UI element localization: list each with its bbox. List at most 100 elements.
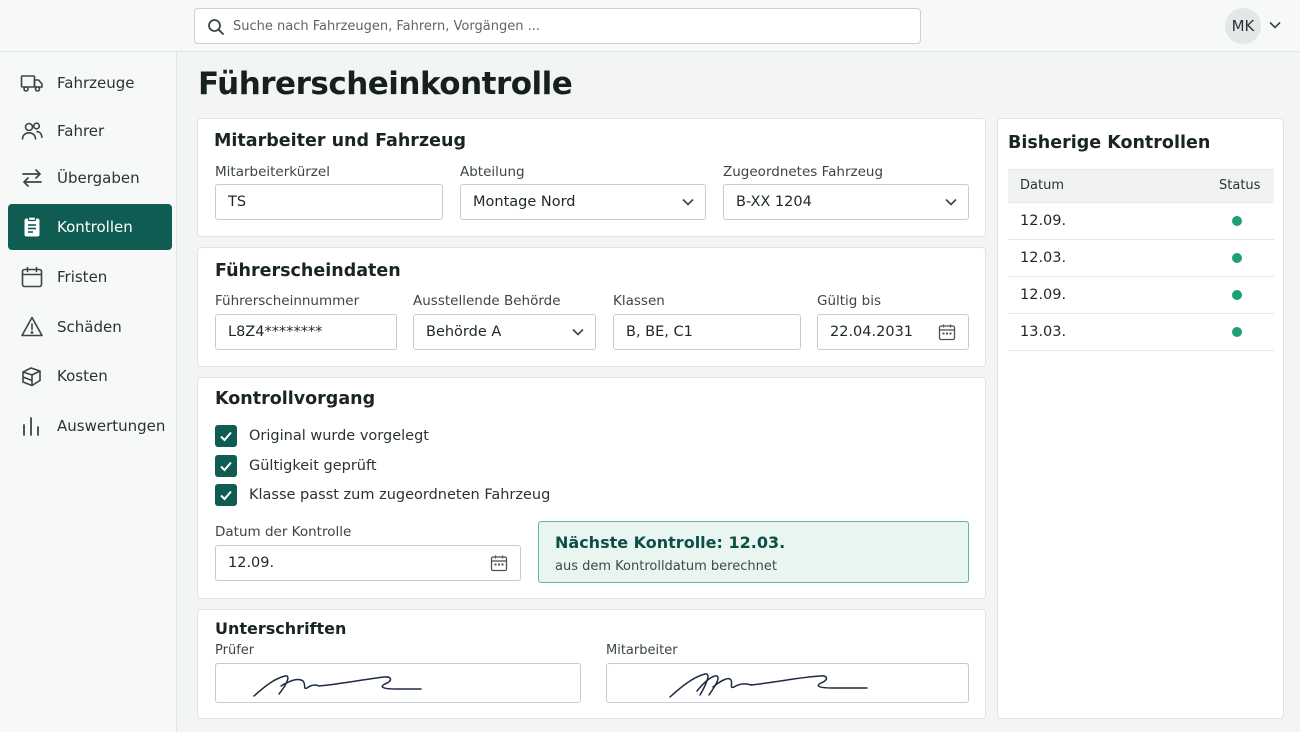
search-box[interactable]	[194, 8, 921, 44]
section-title: Führerscheindaten	[215, 261, 401, 281]
classes-field[interactable]: B, BE, C1	[613, 314, 801, 350]
sidebar-item-label: Fristen	[57, 268, 108, 286]
sidebar-item-label: Übergaben	[57, 169, 140, 187]
check-date-value: 12.09.	[228, 555, 275, 571]
clipboard-icon	[24, 216, 40, 237]
sidebar-item-label: Schäden	[57, 318, 122, 336]
status-dot	[1232, 253, 1242, 263]
vehicle-select[interactable]: B-XX 1204	[723, 184, 969, 220]
search-input[interactable]	[233, 9, 913, 43]
calendar-icon[interactable]	[938, 323, 956, 341]
employee-code-label: Mitarbeiterkürzel	[215, 164, 330, 180]
signature-image	[253, 675, 422, 697]
page-title: Führerscheinkontrolle	[198, 66, 573, 102]
department-select[interactable]: Montage Nord	[460, 184, 706, 220]
sidebar: Fahrzeuge Fahrer Übergaben Kontrollen Fr…	[0, 52, 177, 732]
history-title: Bisherige Kontrollen	[1008, 133, 1211, 153]
status-dot	[1232, 216, 1242, 226]
sidebar-item-kontrollen[interactable]: Kontrollen	[8, 204, 172, 250]
section-title: Unterschriften	[215, 619, 347, 638]
sidebar-item-label: Fahrer	[57, 122, 105, 140]
history-panel: Bisherige Kontrollen Datum Status 12.09.…	[997, 118, 1284, 719]
calendar-icon	[21, 266, 43, 288]
history-date: 13.03.	[1020, 324, 1067, 340]
search-icon	[208, 19, 224, 35]
department-value: Montage Nord	[473, 194, 576, 210]
top-bar: MK	[0, 0, 1300, 52]
calendar-icon[interactable]	[490, 554, 508, 572]
table-row[interactable]: 12.09.	[1008, 203, 1274, 240]
table-row[interactable]: 12.09.	[1008, 277, 1274, 314]
chevron-down-icon	[572, 328, 584, 336]
sidebar-item-kosten[interactable]: Kosten	[8, 353, 172, 399]
classes-label: Klassen	[613, 293, 665, 309]
user-avatar[interactable]: MK	[1225, 8, 1261, 44]
history-date: 12.09.	[1020, 213, 1067, 229]
section-title: Kontrollvorgang	[215, 389, 376, 409]
table-row[interactable]: 12.03.	[1008, 240, 1274, 277]
license-number-field[interactable]: L8Z4********	[215, 314, 397, 350]
chevron-down-icon	[945, 198, 957, 206]
authority-value: Behörde A	[426, 324, 502, 340]
checkbox-label: Original wurde vorgelegt	[249, 428, 429, 444]
vehicle-value: B-XX 1204	[736, 194, 812, 210]
check-icon	[220, 431, 232, 442]
authority-select[interactable]: Behörde A	[413, 314, 596, 350]
section-title: Mitarbeiter und Fahrzeug	[214, 131, 466, 151]
check-date-label: Datum der Kontrolle	[215, 524, 352, 540]
vehicle-label: Zugeordnetes Fahrzeug	[723, 164, 884, 180]
bar-chart-icon	[23, 417, 39, 436]
checkbox[interactable]	[215, 484, 237, 506]
employee-code-value: TS	[228, 194, 247, 210]
valid-until-value: 22.04.2031	[830, 324, 914, 340]
authority-label: Ausstellende Behörde	[413, 293, 561, 309]
checkbox[interactable]	[215, 425, 237, 447]
coins-icon	[22, 367, 41, 387]
users-icon	[21, 122, 43, 140]
valid-until-label: Gültig bis	[817, 293, 882, 309]
check-icon	[220, 461, 232, 472]
sidebar-item-auswertungen[interactable]: Auswertungen	[8, 403, 172, 449]
sidebar-item-label: Kosten	[57, 367, 108, 385]
sidebar-item-label: Fahrzeuge	[57, 74, 135, 92]
license-number-label: Führerscheinnummer	[215, 293, 360, 309]
employee-code-field[interactable]: TS	[215, 184, 443, 220]
checkbox-label: Klasse passt zum zugeordneten Fahrzeug	[249, 487, 551, 503]
sidebar-item-schaeden[interactable]: Schäden	[8, 304, 172, 350]
sidebar-item-fahrzeuge[interactable]: Fahrzeuge	[8, 60, 172, 106]
signature-image	[669, 673, 868, 698]
checkbox[interactable]	[215, 455, 237, 477]
history-date: 12.09.	[1020, 287, 1067, 303]
employee-signature-field[interactable]	[606, 663, 969, 703]
employee-signature-label: Mitarbeiter	[606, 643, 678, 658]
sidebar-item-uebergaben[interactable]: Übergaben	[8, 155, 172, 201]
license-number-value: L8Z4********	[228, 324, 323, 340]
next-check-subtitle: aus dem Kontrolldatum berechnet	[555, 559, 777, 574]
check-date-field[interactable]: 12.09.	[215, 545, 521, 581]
truck-icon	[20, 75, 43, 92]
check-icon	[220, 490, 232, 501]
chevron-down-icon	[682, 198, 694, 206]
classes-value: B, BE, C1	[626, 324, 693, 340]
history-table-header: Datum Status	[1008, 169, 1274, 203]
inspector-signature-field[interactable]	[215, 663, 581, 703]
inspector-label: Prüfer	[215, 643, 255, 658]
history-date: 12.03.	[1020, 250, 1067, 266]
status-dot	[1232, 290, 1242, 300]
swap-arrows-icon	[22, 169, 42, 187]
table-row[interactable]: 13.03.	[1008, 314, 1274, 351]
chevron-down-icon[interactable]	[1268, 18, 1282, 32]
sidebar-item-label: Kontrollen	[57, 218, 133, 236]
column-header-status: Status	[1219, 178, 1261, 193]
warning-icon	[21, 316, 43, 337]
next-check-info: Nächste Kontrolle: 12.03. aus dem Kontro…	[538, 521, 969, 583]
department-label: Abteilung	[460, 164, 525, 180]
sidebar-item-label: Auswertungen	[57, 417, 166, 435]
status-dot	[1232, 327, 1242, 337]
column-header-date: Datum	[1020, 178, 1064, 193]
sidebar-item-fristen[interactable]: Fristen	[8, 254, 172, 300]
checkbox-label: Gültigkeit geprüft	[249, 458, 377, 474]
sidebar-item-fahrer[interactable]: Fahrer	[8, 108, 172, 154]
valid-until-field[interactable]: 22.04.2031	[817, 314, 969, 350]
next-check-title: Nächste Kontrolle: 12.03.	[555, 533, 786, 552]
